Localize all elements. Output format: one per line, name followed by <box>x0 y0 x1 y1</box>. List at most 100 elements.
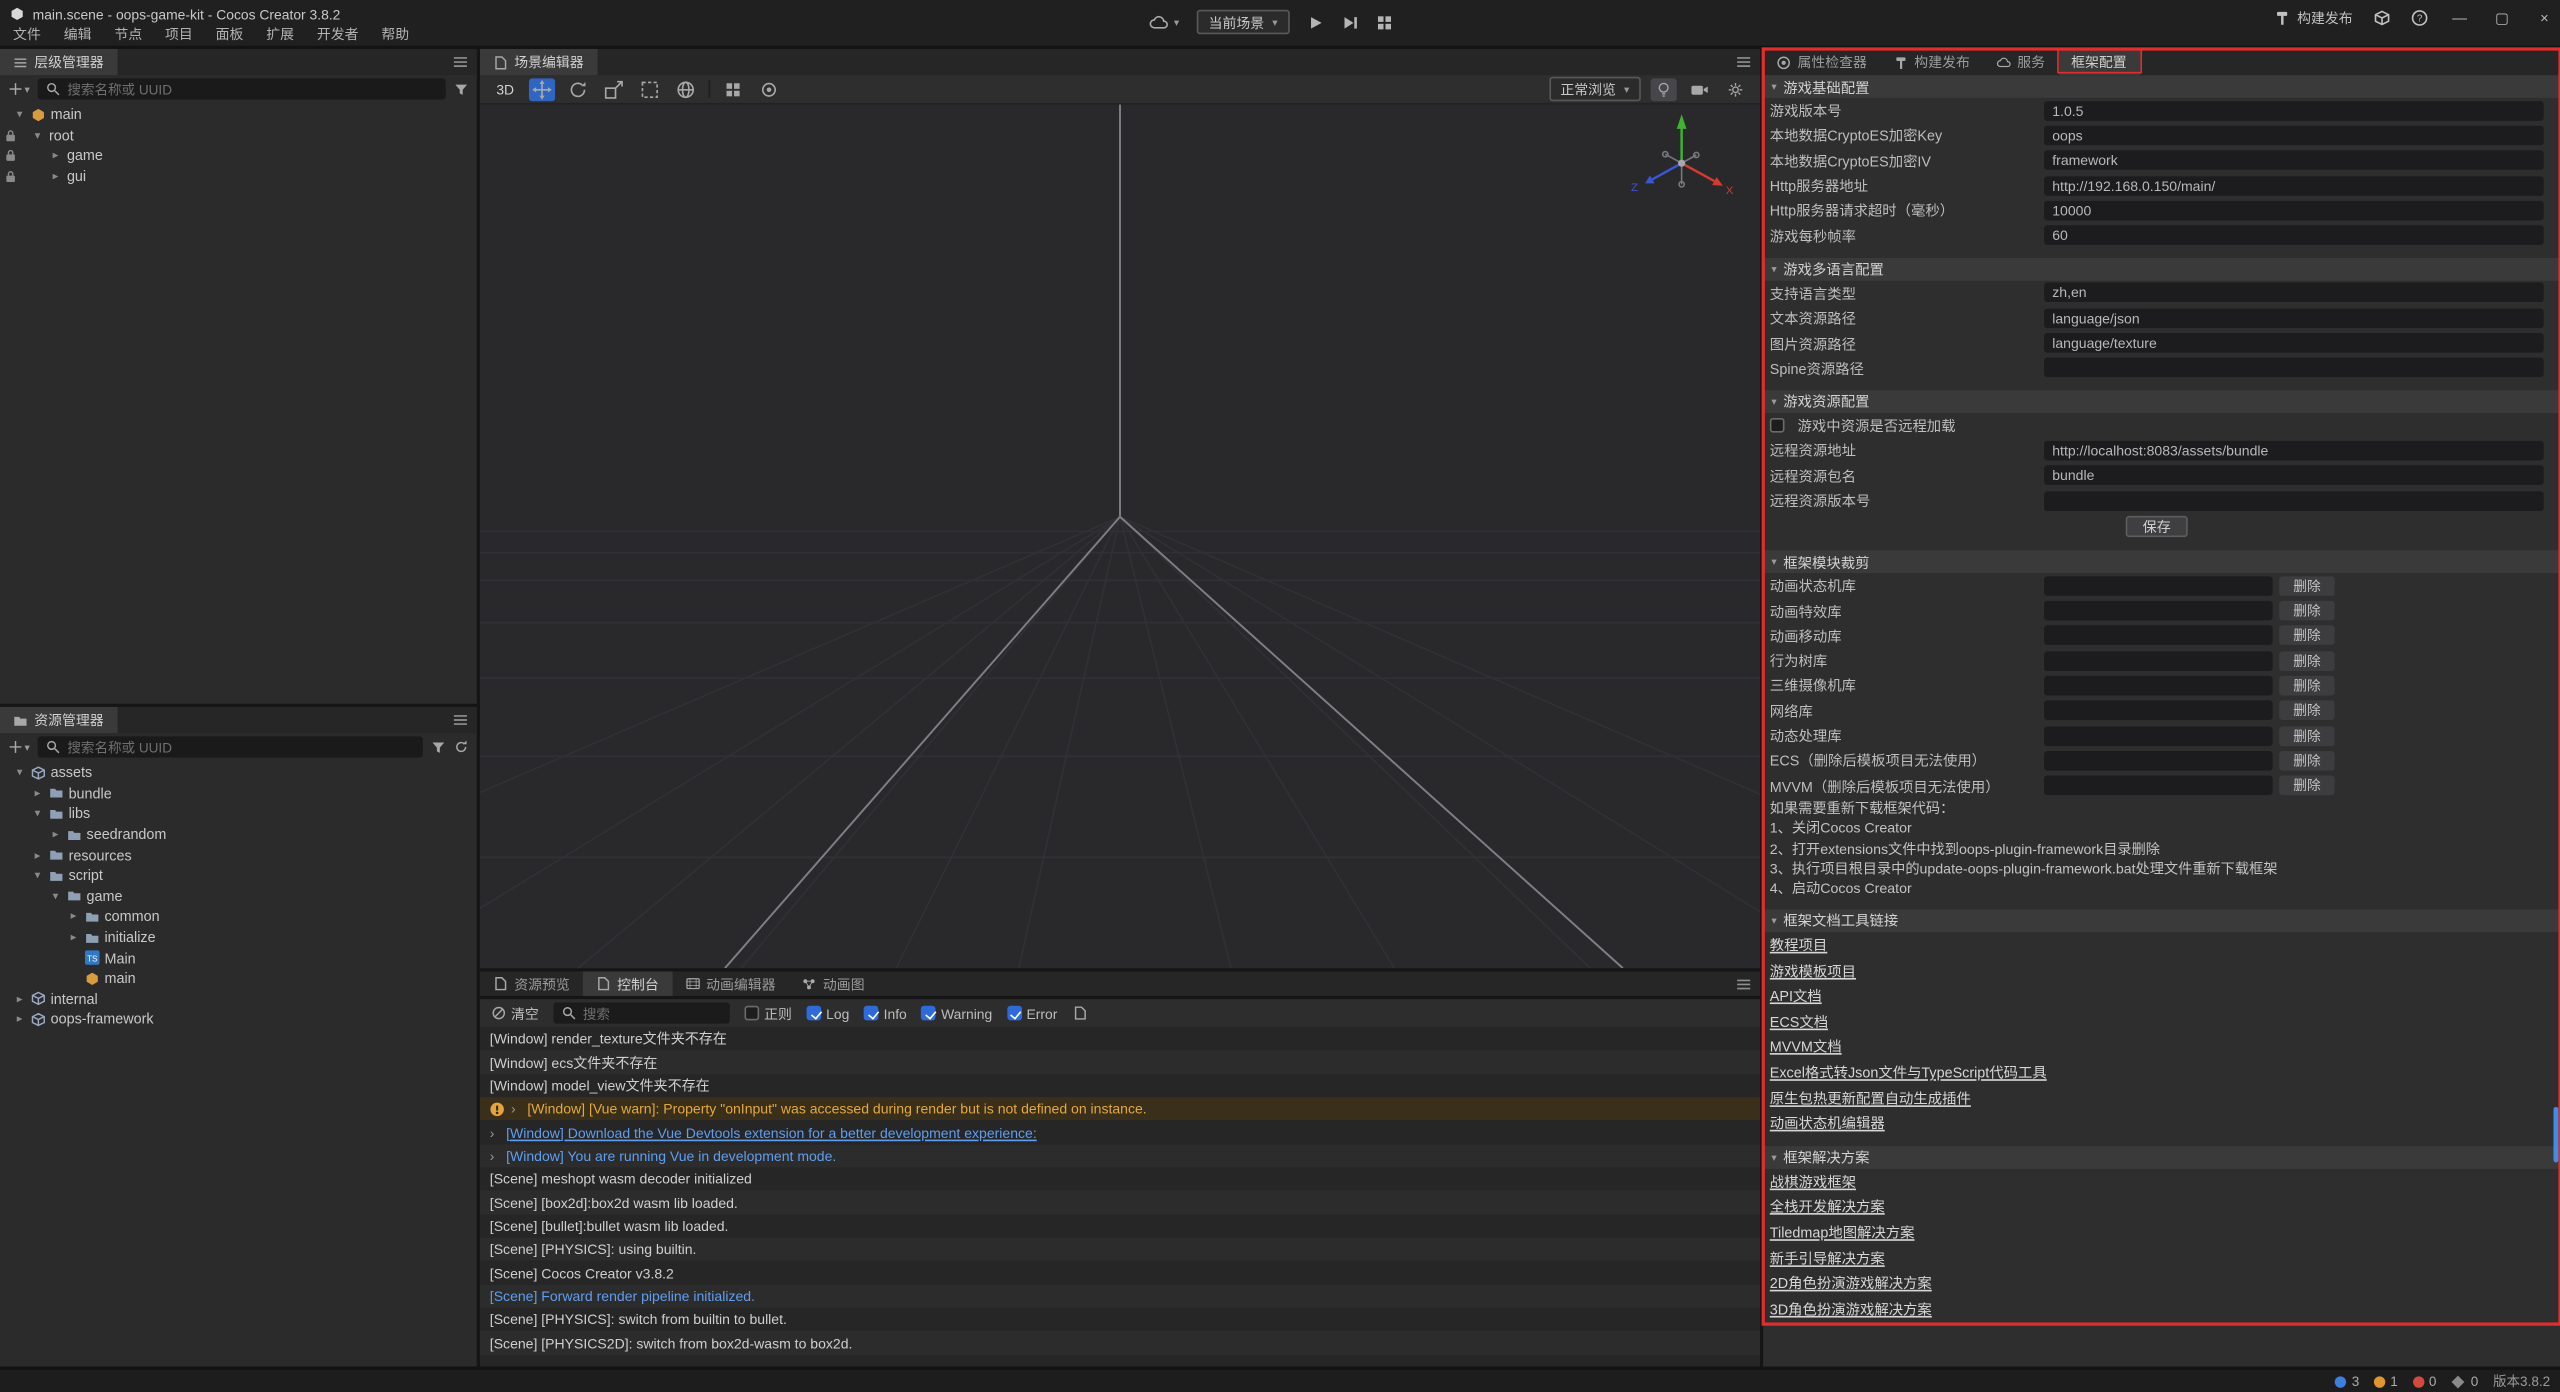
asset-node[interactable]: ▸resources <box>0 845 477 866</box>
scene-select[interactable]: 当前场景▾ <box>1197 10 1289 34</box>
panel-menu-icon[interactable] <box>1736 976 1752 992</box>
doc-link[interactable]: MVVM文档 <box>1770 1036 1842 1057</box>
move-tool-button[interactable] <box>529 78 555 101</box>
console-search[interactable] <box>553 1002 729 1023</box>
inspector-input[interactable] <box>2044 176 2544 196</box>
tab-inspector[interactable]: 属性检查器 <box>1763 49 1880 75</box>
asset-node[interactable]: ▾assets <box>0 762 477 783</box>
menu-item-3[interactable]: 项目 <box>154 24 205 44</box>
expand-arrow-icon[interactable]: ▸ <box>13 992 26 1005</box>
tab-animation-graph[interactable]: 动画图 <box>789 971 878 995</box>
console-log-row[interactable]: ›[Window] [Vue warn]: Property "onInput"… <box>480 1097 1760 1120</box>
collapse-arrow-icon[interactable]: ▾ <box>49 890 62 903</box>
rotate-tool-button[interactable] <box>565 78 591 101</box>
delete-module-button[interactable]: 删除 <box>2279 651 2335 671</box>
rect-tool-button[interactable] <box>637 78 663 101</box>
delete-module-button[interactable]: 删除 <box>2279 701 2335 721</box>
doc-link[interactable]: 原生包热更新配置自动生成插件 <box>1770 1087 1971 1108</box>
filter-warning-checkbox[interactable]: Warning <box>921 1005 992 1021</box>
doc-link[interactable]: Excel格式转Json文件与TypeScript代码工具 <box>1770 1061 2047 1082</box>
inspector-checkbox[interactable] <box>1770 418 1785 433</box>
export-log-icon[interactable] <box>1072 1006 1087 1021</box>
collapse-arrow-icon[interactable]: ▾ <box>31 129 44 142</box>
inspector-input[interactable] <box>2044 333 2544 353</box>
section-header[interactable]: ▾游戏基础配置 <box>1763 75 2560 98</box>
console-log-row[interactable]: [Scene] [box2d]:box2d wasm lib loaded. <box>480 1191 1760 1214</box>
menu-item-5[interactable]: 扩展 <box>255 24 306 44</box>
scene-gear-button[interactable] <box>1722 78 1748 101</box>
filter-error-checkbox[interactable]: Error <box>1007 1005 1057 1021</box>
console-search-input[interactable] <box>583 1005 722 1021</box>
3d-mode-button[interactable]: 3D <box>491 81 519 97</box>
inspector-input[interactable] <box>2044 441 2544 461</box>
expand-arrow-icon[interactable]: ▸ <box>31 848 44 861</box>
assets-search-input[interactable] <box>67 739 414 755</box>
menu-item-7[interactable]: 帮助 <box>370 24 421 44</box>
expand-arrow-icon[interactable]: ▸ <box>49 170 62 183</box>
asset-node[interactable]: ▾game <box>0 886 477 907</box>
hierarchy-search[interactable] <box>38 78 446 99</box>
step-button[interactable] <box>1341 14 1357 30</box>
notification-badge[interactable]: 0 <box>2451 1373 2478 1389</box>
console-log-row[interactable]: [Window] render_texture文件夹不存在 <box>480 1027 1760 1050</box>
collapse-arrow-icon[interactable]: ▾ <box>31 869 44 882</box>
collapse-arrow-icon[interactable]: ▾ <box>13 108 26 121</box>
view-mode-select[interactable]: 正常浏览▾ <box>1549 77 1641 101</box>
doc-link[interactable]: 2D角色扮演游戏解决方案 <box>1770 1272 1932 1293</box>
console-log-row[interactable]: [Scene] [PHYSICS]: switch from builtin t… <box>480 1308 1760 1331</box>
hierarchy-node[interactable]: ▸gui <box>0 166 477 187</box>
transform-space-button[interactable] <box>672 78 698 101</box>
tab-asset-preview[interactable]: 资源预览 <box>480 971 583 995</box>
asset-node[interactable]: main <box>0 968 477 989</box>
section-header[interactable]: ▾游戏资源配置 <box>1763 390 2560 413</box>
filter-icon[interactable] <box>454 82 469 97</box>
doc-link[interactable]: Tiledmap地图解决方案 <box>1770 1221 1915 1242</box>
delete-module-button[interactable]: 删除 <box>2279 751 2335 771</box>
asset-node[interactable]: TSMain <box>0 947 477 968</box>
hierarchy-node[interactable]: ▾root <box>0 125 477 146</box>
inspector-input[interactable] <box>2044 151 2544 171</box>
delete-module-button[interactable]: 删除 <box>2279 676 2335 696</box>
menu-item-0[interactable]: 文件 <box>2 24 53 44</box>
clear-console-button[interactable]: 清空 <box>491 1003 538 1023</box>
section-header[interactable]: ▾游戏多语言配置 <box>1763 258 2560 281</box>
inspector-input[interactable] <box>2044 358 2544 378</box>
doc-link[interactable]: 战棋游戏框架 <box>1770 1170 1856 1191</box>
asset-node[interactable]: ▸seedrandom <box>0 824 477 845</box>
asset-node[interactable]: ▸common <box>0 906 477 927</box>
delete-module-button[interactable]: 删除 <box>2279 576 2335 596</box>
delete-module-button[interactable]: 删除 <box>2279 601 2335 621</box>
tab-framework-config[interactable]: 框架配置 <box>2058 49 2140 75</box>
expand-arrow-icon[interactable]: ▸ <box>67 910 80 923</box>
doc-link[interactable]: 全栈开发解决方案 <box>1770 1196 1885 1217</box>
panel-menu-icon[interactable] <box>452 712 468 728</box>
asset-node[interactable]: ▾libs <box>0 804 477 825</box>
console-log-row[interactable]: [Scene] Forward render pipeline initiali… <box>480 1285 1760 1308</box>
expand-arrow-icon[interactable]: ▸ <box>31 787 44 800</box>
inspector-input[interactable] <box>2044 201 2544 221</box>
doc-link[interactable]: ECS文档 <box>1770 1010 1828 1031</box>
create-asset-button[interactable]: ▾ <box>8 740 30 755</box>
tab-console[interactable]: 控制台 <box>583 971 672 995</box>
collapse-arrow-icon[interactable]: ▾ <box>31 807 44 820</box>
expand-arrow-icon[interactable]: › <box>490 1124 500 1140</box>
expand-arrow-icon[interactable]: ▸ <box>13 1013 26 1026</box>
hierarchy-node[interactable]: ▾main <box>0 104 477 125</box>
doc-link[interactable]: 游戏模板项目 <box>1770 959 1856 980</box>
console-log-row[interactable]: [Scene] Cocos Creator v3.8.2 <box>480 1261 1760 1284</box>
inspector-input[interactable] <box>2044 283 2544 303</box>
assets-search[interactable] <box>38 736 423 757</box>
hierarchy-search-input[interactable] <box>67 81 437 97</box>
console-log-row[interactable]: [Window] model_view文件夹不存在 <box>480 1074 1760 1097</box>
scale-tool-button[interactable] <box>601 78 627 101</box>
menu-item-6[interactable]: 开发者 <box>305 24 370 44</box>
console-log-row[interactable]: [Window] ecs文件夹不存在 <box>480 1050 1760 1073</box>
tab-animation-editor[interactable]: 动画编辑器 <box>672 971 789 995</box>
inspector-input[interactable] <box>2044 226 2544 246</box>
console-log-row[interactable]: [Scene] [PHYSICS]: using builtin. <box>480 1238 1760 1261</box>
error-count-badge[interactable]: 0 <box>2413 1373 2437 1389</box>
expand-arrow-icon[interactable]: ▸ <box>67 931 80 944</box>
doc-link[interactable]: 教程项目 <box>1770 934 1827 955</box>
panel-menu-icon[interactable] <box>1736 54 1752 70</box>
camera-settings-button[interactable] <box>1687 78 1713 101</box>
